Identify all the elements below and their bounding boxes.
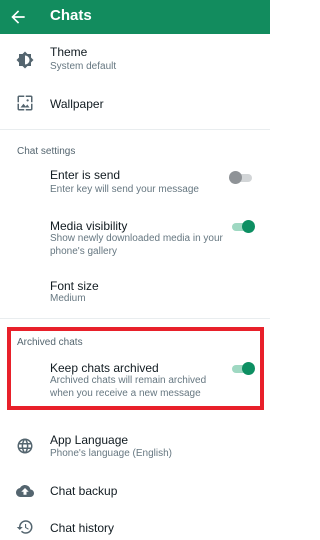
arrow-left-icon[interactable] <box>8 7 28 27</box>
keep-chats-archived-description: Archived chats will remain archived when… <box>50 375 207 399</box>
divider <box>0 129 270 130</box>
divider <box>0 318 270 319</box>
section-header-archived-chats: Archived chats <box>17 337 83 348</box>
theme-value: System default <box>50 61 117 72</box>
app-language-label: App Language <box>50 433 129 447</box>
enter-is-send-label: Enter is send <box>50 168 121 182</box>
enter-is-send-description: Enter key will send your message <box>50 184 199 195</box>
media-visibility-description: Show newly downloaded media in your phon… <box>50 233 223 257</box>
keep-chats-archived-setting[interactable]: Keep chats archived Archived chats will … <box>0 359 270 401</box>
toggle-knob <box>229 171 242 184</box>
app-language-value: Phone's language (English) <box>50 448 172 459</box>
media-visibility-setting[interactable]: Media visibility Show newly downloaded m… <box>0 217 270 259</box>
media-visibility-label: Media visibility <box>50 219 128 233</box>
chat-history-setting[interactable]: Chat history <box>0 515 270 540</box>
theme-label: Theme <box>50 45 88 59</box>
chat-backup-setting[interactable]: Chat backup <box>0 477 270 505</box>
app-language-setting[interactable]: App Language Phone's language (English) <box>0 428 270 464</box>
font-size-value: Medium <box>50 293 86 304</box>
font-size-setting[interactable]: Font size Medium <box>0 277 270 307</box>
cloud-upload-icon <box>16 485 34 497</box>
enter-is-send-setting[interactable]: Enter is send Enter key will send your m… <box>0 166 270 200</box>
keep-chats-archived-toggle[interactable] <box>230 362 255 375</box>
wallpaper-icon <box>17 95 33 111</box>
page-title: Chats <box>50 7 92 24</box>
brightness-icon <box>16 51 34 69</box>
keep-chats-archived-label: Keep chats archived <box>50 361 159 375</box>
toggle-knob <box>242 362 255 375</box>
globe-icon <box>17 438 33 454</box>
wallpaper-label: Wallpaper <box>50 97 104 111</box>
toggle-knob <box>242 220 255 233</box>
chat-history-label: Chat history <box>50 521 115 535</box>
section-header-chat-settings: Chat settings <box>17 146 76 157</box>
enter-is-send-toggle[interactable] <box>229 171 254 184</box>
wallpaper-setting[interactable]: Wallpaper <box>0 88 270 118</box>
media-visibility-toggle[interactable] <box>230 220 255 233</box>
app-bar: Chats <box>0 0 270 34</box>
font-size-label: Font size <box>50 279 99 293</box>
theme-setting[interactable]: Theme System default <box>0 40 270 80</box>
history-icon <box>16 520 33 534</box>
chat-backup-label: Chat backup <box>50 484 118 498</box>
